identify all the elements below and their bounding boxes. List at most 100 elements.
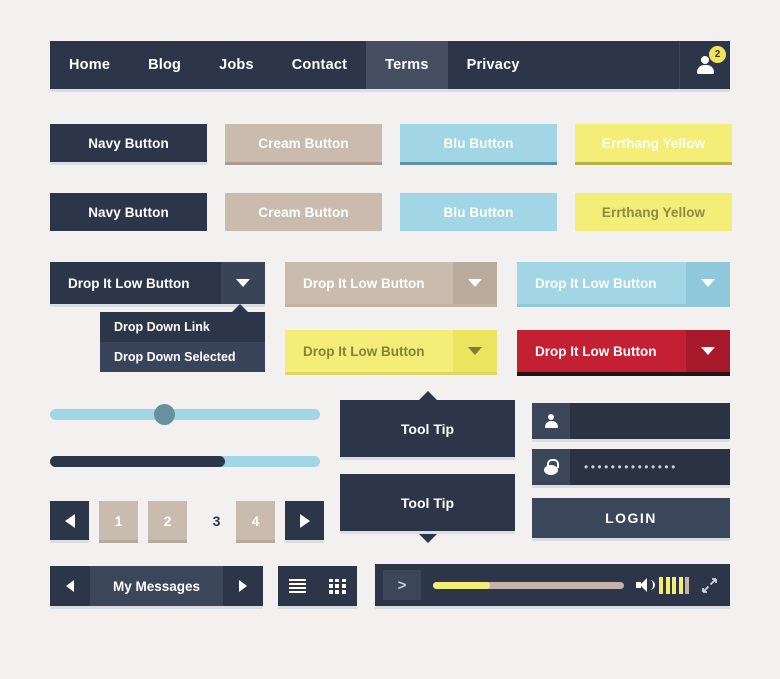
chevron-down-icon: [468, 347, 482, 355]
dropdown-caret[interactable]: [453, 330, 497, 372]
button-label: Errthang Yellow: [601, 135, 706, 151]
username-field[interactable]: [532, 403, 730, 439]
dropdown-button-yellow[interactable]: Drop It Low Button: [285, 330, 497, 372]
media-progress-fill: [433, 581, 491, 589]
messages-next-button[interactable]: [223, 566, 263, 606]
yellow-button-flat[interactable]: Errthang Yellow: [575, 193, 732, 231]
pagination-page-3[interactable]: 3: [197, 501, 236, 540]
progress-slider[interactable]: [50, 456, 320, 467]
grid-view-button[interactable]: [318, 578, 358, 594]
navy-button[interactable]: Navy Button: [50, 124, 207, 162]
cream-button-flat[interactable]: Cream Button: [225, 193, 382, 231]
dropdown-button-label: Drop It Low Button: [535, 343, 657, 359]
slider-fill: [50, 456, 225, 467]
dropdown-caret[interactable]: [221, 262, 265, 304]
list-view-icon: [289, 578, 307, 594]
chevron-down-icon: [236, 279, 250, 287]
notification-badge: 2: [709, 46, 726, 63]
tooltip-arrow-down-icon: [418, 534, 437, 543]
ui-kit-canvas: Home Blog Jobs Contact Terms Privacy 2 N…: [0, 0, 780, 679]
triangle-left-icon: [64, 513, 75, 528]
grid-view-icon: [328, 578, 346, 594]
nav-item-blog[interactable]: Blog: [129, 41, 200, 89]
dropdown-button-label: Drop It Low Button: [303, 275, 425, 291]
list-view-button[interactable]: [278, 578, 318, 594]
triangle-right-icon: [239, 580, 247, 592]
nav-item-label: Contact: [291, 57, 348, 73]
dropdown-caret[interactable]: [686, 330, 730, 372]
nav-item-privacy[interactable]: Privacy: [448, 41, 539, 89]
dropdown-button-label: Drop It Low Button: [68, 275, 190, 291]
login-button[interactable]: LOGIN: [532, 498, 730, 538]
button-label: Errthang Yellow: [601, 204, 706, 220]
chevron-down-icon: [701, 279, 715, 287]
messages-label[interactable]: My Messages: [90, 566, 223, 606]
tooltip-bottom: Tool Tip: [340, 474, 515, 543]
tooltip-top: Tool Tip: [340, 391, 515, 457]
pagination-page-2[interactable]: 2: [148, 501, 187, 540]
pagination-label: 3: [212, 512, 221, 529]
nav-item-label: Privacy: [466, 57, 520, 73]
pagination-label: 2: [163, 512, 172, 529]
cream-button[interactable]: Cream Button: [225, 124, 382, 162]
button-label: Navy Button: [88, 135, 169, 151]
slider-with-handle[interactable]: [50, 404, 320, 425]
nav-item-contact[interactable]: Contact: [273, 41, 366, 89]
navbar-spacer: [539, 41, 679, 89]
avatar[interactable]: 2: [679, 41, 730, 89]
pagination-page-4[interactable]: 4: [236, 501, 275, 540]
dropdown-menu: Drop Down Link Drop Down Selected: [100, 304, 265, 372]
dropdown-caret[interactable]: [453, 262, 497, 304]
dropdown-button-label: Drop It Low Button: [535, 275, 657, 291]
dropdown-menu-item-link[interactable]: Drop Down Link: [100, 312, 265, 342]
navy-button-flat[interactable]: Navy Button: [50, 193, 207, 231]
dropdown-menu-item-selected[interactable]: Drop Down Selected: [100, 342, 265, 372]
dropdown-menu-item-label: Drop Down Link: [114, 320, 210, 334]
messages-prev-button[interactable]: [50, 566, 90, 606]
chevron-down-icon: [468, 279, 482, 287]
username-input[interactable]: [570, 403, 730, 439]
play-button[interactable]: >: [383, 570, 421, 600]
pagination-page-1[interactable]: 1: [99, 501, 138, 540]
pagination-label: 4: [251, 512, 260, 529]
dropdown-button-label: Drop It Low Button: [303, 343, 425, 359]
blu-button-flat[interactable]: Blu Button: [400, 193, 557, 231]
speaker-icon[interactable]: [636, 578, 655, 592]
messages-bar: My Messages: [50, 566, 263, 606]
user-icon: [532, 403, 570, 439]
nav-item-label: Terms: [385, 57, 429, 73]
dropdown-menu-arrow: [231, 304, 249, 313]
nav-item-terms[interactable]: Terms: [366, 41, 448, 89]
triangle-left-icon: [66, 580, 74, 592]
nav-item-label: Blog: [148, 57, 182, 73]
navbar: Home Blog Jobs Contact Terms Privacy 2: [50, 41, 730, 89]
dropdown-button-cream[interactable]: Drop It Low Button: [285, 262, 497, 304]
media-player: >: [375, 564, 730, 606]
slider-handle[interactable]: [154, 404, 175, 425]
dropdown-button-red[interactable]: Drop It Low Button: [517, 330, 730, 372]
nav-item-home[interactable]: Home: [50, 41, 129, 89]
button-label: Blu Button: [443, 135, 514, 151]
dropdown-caret[interactable]: [686, 262, 730, 304]
tooltip-arrow-up-icon: [418, 391, 437, 400]
triangle-right-icon: [299, 513, 310, 528]
volume-level-indicator[interactable]: [659, 576, 689, 594]
password-field[interactable]: ••••••••••••••: [532, 449, 730, 485]
chevron-down-icon: [701, 347, 715, 355]
dropdown-button-navy[interactable]: Drop It Low Button: [50, 262, 265, 304]
media-progress-track[interactable]: [433, 581, 624, 589]
play-icon: >: [397, 576, 407, 594]
dropdown-button-blue[interactable]: Drop It Low Button: [517, 262, 730, 304]
nav-item-label: Home: [69, 57, 111, 73]
button-label: Cream Button: [258, 204, 349, 220]
fullscreen-icon[interactable]: [701, 577, 718, 593]
pagination-prev[interactable]: [50, 501, 89, 540]
nav-item-jobs[interactable]: Jobs: [200, 41, 273, 89]
yellow-button[interactable]: Errthang Yellow: [575, 124, 732, 162]
login-button-label: LOGIN: [605, 510, 657, 526]
button-label: Navy Button: [88, 204, 169, 220]
blu-button[interactable]: Blu Button: [400, 124, 557, 162]
lock-icon: [532, 449, 570, 485]
password-input[interactable]: ••••••••••••••: [570, 449, 730, 485]
pagination-next[interactable]: [285, 501, 324, 540]
